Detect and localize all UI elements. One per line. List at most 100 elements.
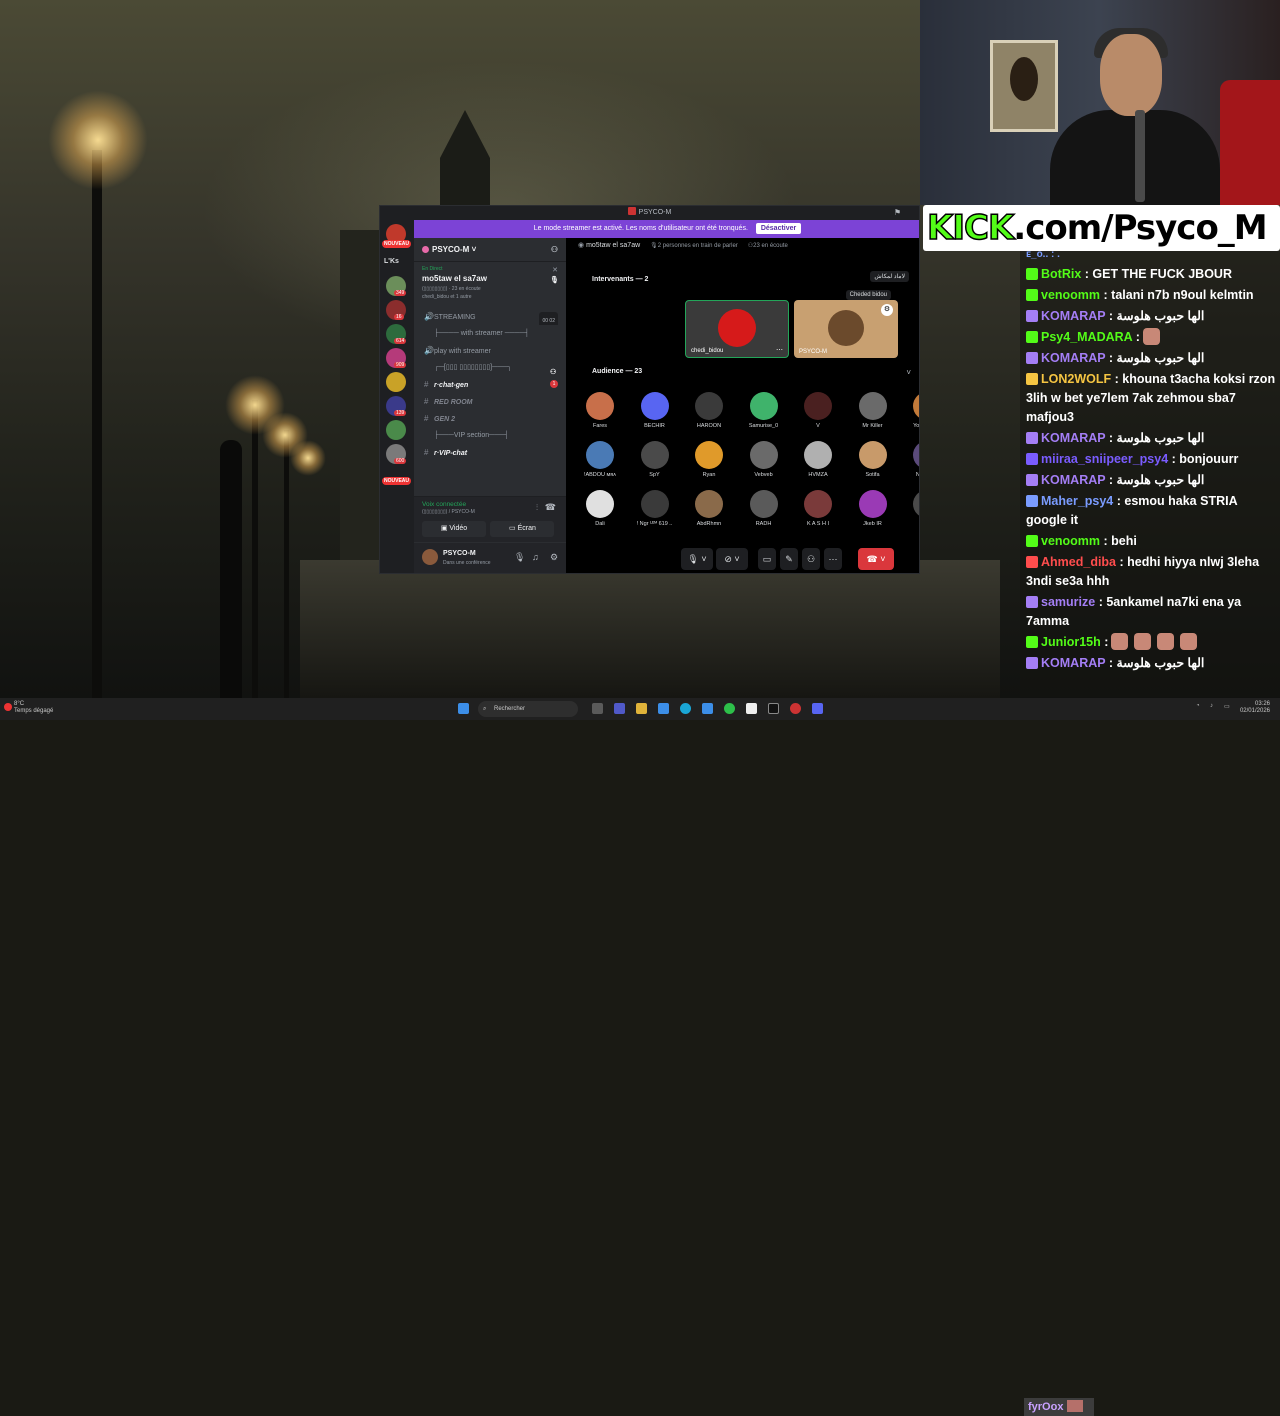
chat-message: KOMARAP : الها حبوب هلوسة xyxy=(1026,654,1276,673)
audience-member[interactable]: BECHIR xyxy=(631,392,679,429)
camera-toggle-button[interactable]: ⊘ ˅ xyxy=(716,548,748,570)
audience-name: HVMZA xyxy=(808,472,828,478)
chrome-icon[interactable] xyxy=(724,703,735,714)
avatar xyxy=(858,490,887,518)
gear-icon[interactable]: ⚙ xyxy=(550,552,558,563)
screen-share-button[interactable]: ▭ Écran xyxy=(490,521,555,537)
headphones-icon[interactable]: ♫ xyxy=(532,552,539,562)
avatar xyxy=(804,490,832,518)
audience-member[interactable]: SpY xyxy=(631,441,679,478)
audience-name: ! Ngr ᴸᴱᴹ 619 .. xyxy=(636,521,673,527)
channel-icon: 🔊 xyxy=(424,346,434,355)
wifi-icon[interactable]: ◔ xyxy=(1196,703,1200,709)
chat-emote xyxy=(1180,633,1198,650)
live-stage-card[interactable]: En Direct mo5taw el sa7aw (▯▯▯▯▯▯▯▯) · 2… xyxy=(414,262,566,308)
teams-icon[interactable] xyxy=(614,703,625,714)
audience-member[interactable]: Sotifa xyxy=(849,441,897,478)
audience-member[interactable]: HAROON xyxy=(685,392,733,429)
webcam-overlay xyxy=(920,0,1280,205)
channel-sidebar: PSYCO-M ˅ ⚇ En Direct mo5taw el sa7aw (▯… xyxy=(414,238,566,573)
gear-icon[interactable]: ⚙ xyxy=(881,304,893,316)
stage-channel-name: mo5taw el sa7aw xyxy=(586,242,641,249)
chat-emote xyxy=(1111,633,1129,650)
chat-message: LON2WOLF : khouna t3acha koksi rzon 3lih… xyxy=(1026,370,1276,427)
app-icon[interactable] xyxy=(702,703,713,714)
channel-item[interactable]: # GEN 2 xyxy=(414,410,566,427)
avatar xyxy=(913,490,919,518)
chat-message: KOMARAP : الها حبوب هلوسة xyxy=(1026,349,1276,368)
add-member-icon[interactable]: ⚇ xyxy=(551,242,558,258)
audience-member[interactable]: V xyxy=(794,392,842,429)
volume-icon[interactable]: ♪ xyxy=(1210,703,1213,709)
microphone-icon: 🎙 xyxy=(550,277,559,284)
battery-icon[interactable]: ▭ xyxy=(1224,703,1230,710)
discord-icon[interactable] xyxy=(812,703,823,714)
mention-count: 349 xyxy=(394,290,407,296)
audience-member[interactable]: Fares xyxy=(576,392,624,429)
windows-start-icon[interactable] xyxy=(458,703,469,714)
flag-icon[interactable]: ⚑ xyxy=(894,206,901,220)
file-explorer-icon[interactable] xyxy=(636,703,647,714)
audience-member[interactable]: Samurise_0 xyxy=(740,392,788,429)
channel-item[interactable]: # r·chat-gen 1 xyxy=(414,376,566,393)
speaking-count: 2 personnes en train de parler xyxy=(657,243,738,249)
channel-item[interactable]: # r·VIP-chat xyxy=(414,444,566,461)
server-icon[interactable] xyxy=(386,420,406,440)
audience-member[interactable]: HVMZA xyxy=(794,441,842,478)
channel-item[interactable]: 🔊play with streamer xyxy=(414,342,566,359)
app-icon[interactable] xyxy=(790,703,801,714)
audience-member[interactable]: Dali xyxy=(576,490,624,527)
audience-name: RADH xyxy=(755,521,772,527)
audience-member[interactable]: Jkeb IR xyxy=(849,490,897,527)
server-icon[interactable] xyxy=(386,372,406,392)
audience-member[interactable]: !ABDOU ᴍʀᴀ xyxy=(576,441,624,478)
mute-button[interactable]: 🎙 ˅ xyxy=(681,548,713,570)
server-header[interactable]: PSYCO-M ˅ ⚇ xyxy=(414,238,566,262)
edge-icon[interactable] xyxy=(680,703,691,714)
system-clock[interactable]: 03:26 02/01/2026 xyxy=(1240,701,1270,715)
channel-item[interactable]: 🔊STREAMING 00 02 xyxy=(414,308,566,325)
more-icon[interactable]: ⋯ xyxy=(776,346,783,354)
leave-stage-button[interactable]: ☎ ˅ xyxy=(858,548,894,570)
speaker-tile-chedi[interactable]: chedi_bidou ⋯ xyxy=(685,300,789,358)
audience-member[interactable]: Youssef ✨ xyxy=(903,392,919,429)
microphone-icon[interactable]: 🎙 xyxy=(514,552,525,563)
audience-member[interactable]: K A S H I xyxy=(794,490,842,527)
channel-item[interactable]: # RED ROOM xyxy=(414,393,566,410)
avatar[interactable] xyxy=(422,549,438,565)
audience-member[interactable]: ! Ngr ᴸᴱᴹ 619 .. xyxy=(631,490,679,527)
disable-streamer-button[interactable]: Désactiver xyxy=(755,223,802,234)
avatar xyxy=(640,392,669,420)
audience-member[interactable]: AbdRhmn xyxy=(685,490,733,527)
more-options-icon[interactable]: ⋯ xyxy=(824,548,842,570)
task-view-icon[interactable] xyxy=(592,703,603,714)
close-icon[interactable]: ✕ xyxy=(552,266,558,274)
screen-share-icon[interactable]: ▭ xyxy=(758,548,776,570)
disconnect-icon[interactable]: ☎ xyxy=(545,502,556,513)
discord-window[interactable]: PSYCO-M ⚑ Le mode streamer est activé. L… xyxy=(379,205,920,574)
taskbar-search[interactable]: ⌕ Rechercher xyxy=(478,701,578,717)
store-icon[interactable] xyxy=(658,703,669,714)
new-badge: NOUVEAU xyxy=(382,477,412,485)
obs-icon[interactable] xyxy=(746,703,757,714)
audience-member[interactable]: Nadhir02 xyxy=(903,441,919,478)
activity-icon[interactable]: ✎ xyxy=(780,548,798,570)
user-panel: PSYCO-M Dans une conférence 🎙 ♫ ⚙ xyxy=(414,543,566,573)
move-to-audience-icon[interactable]: ⚇ xyxy=(802,548,820,570)
weather-widget[interactable]: 8°C Temps dégagé xyxy=(14,701,53,715)
window-title: PSYCO-M xyxy=(638,209,672,216)
audience-member[interactable]: RADH xyxy=(740,490,788,527)
audience-member[interactable]: SMB xyxy=(903,490,919,527)
video-button[interactable]: ▣ Vidéo xyxy=(422,521,486,537)
signal-icon[interactable]: ⫶ xyxy=(536,503,538,513)
chevron-down-icon[interactable]: ˅ xyxy=(906,368,911,377)
avatar xyxy=(913,392,919,420)
chat-username: Psy4_MADARA xyxy=(1041,330,1133,344)
live-title: mo5taw el sa7aw xyxy=(422,274,487,283)
audience-member[interactable]: Vebveb xyxy=(740,441,788,478)
audience-member[interactable]: Ryan xyxy=(685,441,733,478)
server-lks[interactable]: L'Ks xyxy=(384,258,399,265)
app-icon[interactable] xyxy=(768,703,779,714)
audience-member[interactable]: Mr Killer xyxy=(849,392,897,429)
speaker-tile-psyco[interactable]: PSYCO-M ⚙ xyxy=(794,300,898,358)
